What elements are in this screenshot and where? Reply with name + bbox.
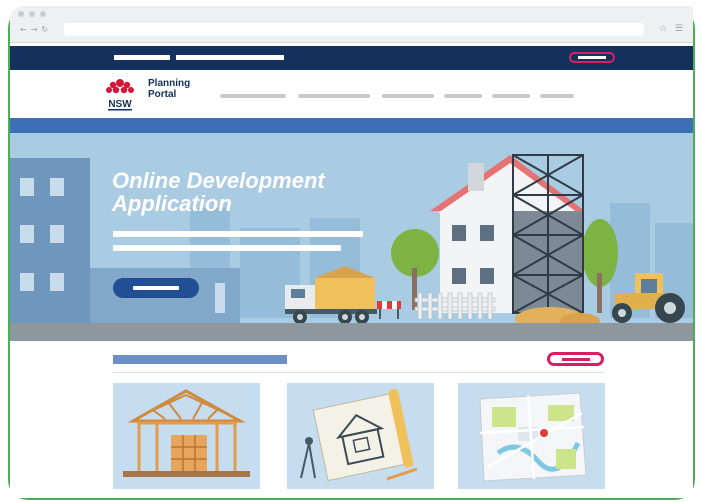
minimize-dot[interactable] (29, 11, 35, 17)
maximize-dot[interactable] (40, 11, 46, 17)
hero-cta-button[interactable] (113, 278, 199, 298)
browser-window: ← → ↻ ☆ ☰ NSW Planning Portal Online Dev… (10, 6, 693, 498)
hero-title-line-1: Online Development (112, 168, 325, 193)
nav-item-placeholder[interactable] (220, 94, 286, 98)
browser-actions: ☆ ☰ (659, 24, 683, 34)
utility-link-placeholder[interactable] (176, 55, 284, 60)
road-strip (10, 323, 693, 341)
card-house-frame[interactable] (113, 383, 260, 489)
nav-item-placeholder[interactable] (492, 94, 530, 98)
hero-title-line-2: Application (112, 191, 232, 216)
browser-chrome: ← → ↻ ☆ ☰ (10, 6, 693, 43)
map-icon (479, 392, 587, 482)
nav-item-placeholder[interactable] (444, 94, 482, 98)
hero-text-placeholder (113, 245, 341, 251)
house-frame-icon (123, 389, 250, 477)
section-action-button[interactable] (547, 352, 604, 366)
hero-title: Online Development Application (112, 169, 325, 215)
site-brand[interactable]: Planning Portal (148, 78, 190, 100)
logo-text: NSW (108, 99, 132, 110)
forward-icon[interactable]: → (31, 25, 38, 34)
nav-item-placeholder[interactable] (382, 94, 434, 98)
brand-line-2: Portal (148, 89, 177, 100)
hero-banner: Online Development Application (10, 133, 693, 323)
back-icon[interactable]: ← (20, 25, 27, 34)
hero-text-placeholder (113, 231, 363, 237)
card-blueprint[interactable] (287, 383, 434, 489)
bookmark-star-icon[interactable]: ☆ (659, 24, 667, 34)
menu-icon[interactable]: ☰ (675, 24, 683, 34)
brand-line-1: Planning (148, 78, 191, 89)
section-divider (113, 372, 605, 373)
login-button-placeholder[interactable] (569, 52, 615, 63)
section-heading-placeholder (113, 355, 287, 364)
hero-top-band (10, 118, 693, 133)
waratah-logo-icon[interactable]: NSW (100, 76, 140, 112)
card-map[interactable] (458, 383, 605, 489)
construction-illustration (10, 154, 693, 323)
nav-item-placeholder[interactable] (298, 94, 370, 98)
address-bar[interactable] (64, 23, 644, 36)
reload-icon[interactable]: ↻ (41, 25, 48, 34)
browser-nav: ← → ↻ (20, 25, 48, 34)
close-dot[interactable] (18, 11, 24, 17)
window-controls (18, 11, 46, 17)
blueprint-icon (300, 388, 418, 482)
nav-item-placeholder[interactable] (540, 94, 574, 98)
utility-link-placeholder[interactable] (114, 55, 170, 60)
